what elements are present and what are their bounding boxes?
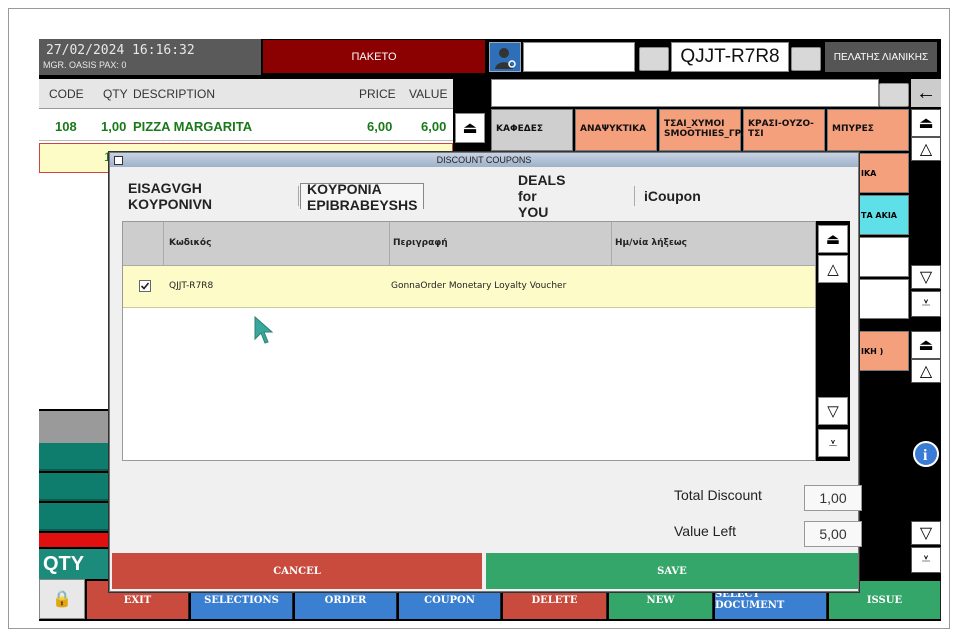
scroll-bottom-icon[interactable]: ⩡ — [911, 547, 941, 573]
tab-loyalty-coupons[interactable]: KOYPONIA EPIBRABEYSHS — [300, 181, 425, 213]
scroll-top-icon[interactable]: ⏏ — [911, 109, 941, 137]
category-teas-juices[interactable]: ΤΣΑΙ_ΧΥΜΟΙ SMOOTHIES_ΓΡΑ — [659, 109, 748, 151]
scroll-top-icon[interactable]: ⏏ — [911, 331, 941, 359]
col-expiry: Ημ/νία λήξεως — [615, 238, 687, 248]
payment-row[interactable] — [39, 503, 119, 531]
datetime-text: 27/02/2024 16:16:32 — [46, 43, 195, 58]
save-button[interactable]: SAVE — [486, 553, 858, 589]
column-divider — [611, 222, 612, 266]
order-type-button[interactable]: ΠΑΚΕΤΟ — [263, 40, 485, 73]
col-code: Κωδικός — [169, 238, 212, 248]
category-label: ΤΣΑΙ_ΧΥΜΟΙ SMOOTHIES_ΓΡΑ — [664, 119, 749, 139]
table-row[interactable]: QJJT-R7R8 GonnaOrder Monetary Loyalty Vo… — [123, 266, 815, 308]
table-row[interactable]: 108 1,00 PIZZA MARGARITA 6,00 6,00 — [39, 111, 453, 141]
scroll-down-icon[interactable]: ▽ — [818, 397, 848, 425]
coupons-table-header: Κωδικός Περιγραφή Ημ/νία λήξεως — [123, 222, 815, 266]
coupons-table: Κωδικός Περιγραφή Ημ/νία λήξεως QJJT-R7R… — [122, 221, 816, 461]
customer-input[interactable] — [523, 42, 635, 72]
lock-icon[interactable]: 🔒 — [39, 579, 85, 619]
category-coffees[interactable]: ΚΑΦΕΔΕΣ — [491, 109, 573, 151]
category-label: ΚΑΦΕΔΕΣ — [496, 124, 543, 135]
category-label: ΚΡΑΣΙ-ΟΥΖΟ-ΤΣΙ — [748, 119, 814, 139]
category-side-1[interactable]: ΙΚΑ — [857, 153, 909, 193]
row-description: PIZZA MARGARITA — [133, 119, 253, 134]
category-label: ΙΚΗ ) — [861, 346, 884, 356]
category-beers[interactable]: ΜΠΥΡΕΣ — [827, 109, 909, 151]
col-description: DESCRIPTION — [133, 87, 216, 101]
customer-search-icon[interactable] — [489, 42, 521, 72]
scroll-up-icon[interactable]: △ — [911, 137, 941, 161]
tab-separator — [298, 186, 299, 206]
category-side-empty[interactable] — [857, 237, 909, 277]
tab-separator — [634, 186, 635, 206]
row-code: 108 — [55, 119, 77, 134]
value-left-label: Value Left — [674, 523, 737, 539]
col-code: CODE — [49, 87, 84, 101]
tab-deals[interactable]: DEALS for YOU — [512, 172, 571, 220]
category-side-3[interactable]: ΙΚΗ ) — [857, 331, 909, 371]
window-frame: 27/02/2024 16:16:32 MGR. OASIS PAX: 0 ΠΑ… — [8, 8, 950, 629]
discount-coupons-dialog: DISCOUNT COUPONS EISAGVGH KOYPONIVN KOYP… — [109, 152, 862, 592]
scroll-down-icon[interactable]: ▽ — [911, 521, 941, 545]
payment-row[interactable] — [39, 473, 119, 501]
total-discount-value: 1,00 — [804, 485, 862, 511]
column-divider — [163, 222, 164, 266]
scroll-bottom-icon[interactable]: ⩡ — [911, 291, 941, 317]
pos-screen: 27/02/2024 16:16:32 MGR. OASIS PAX: 0 ΠΑ… — [39, 39, 941, 621]
col-description: Περιγραφή — [393, 238, 448, 248]
row-price: 6,00 — [367, 119, 393, 134]
date-time-panel: 27/02/2024 16:16:32 MGR. OASIS PAX: 0 — [39, 39, 261, 75]
scroll-bottom-icon[interactable]: ⩡ — [818, 429, 848, 457]
window-menu-icon[interactable] — [114, 156, 123, 165]
total-discount-label: Total Discount — [674, 487, 762, 503]
back-arrow-icon[interactable]: ← — [911, 79, 941, 107]
row-checkbox[interactable] — [139, 280, 151, 295]
category-label: ΤΑ ΑΚΙΑ — [861, 210, 897, 220]
row-qty: 1,00 — [101, 119, 127, 134]
dialog-title: DISCOUNT COUPONS — [110, 153, 858, 167]
category-label: ΑΝΑΨΥΚΤΙΚΑ — [580, 124, 647, 135]
col-value: VALUE — [409, 87, 448, 101]
col-qty: QTY — [103, 87, 128, 101]
scroll-top-icon[interactable]: ⏏ — [455, 113, 485, 143]
payment-row[interactable] — [39, 443, 119, 471]
col-price: PRICE — [359, 87, 396, 101]
manager-pax-text: MGR. OASIS PAX: 0 — [43, 60, 127, 70]
keyboard-icon[interactable] — [791, 47, 821, 71]
dialog-title-text: DISCOUNT COUPONS — [436, 155, 532, 165]
category-label: ΜΠΥΡΕΣ — [832, 124, 874, 135]
coupons-scrollbar: ⏏ △ ▽ ⩡ — [816, 221, 850, 461]
tab-enter-coupons[interactable]: EISAGVGH KOYPONIVN — [122, 180, 218, 212]
value-left-value: 5,00 — [804, 521, 862, 547]
qty-label: QTY — [39, 549, 113, 579]
row-code: QJJT-R7R8 — [169, 281, 214, 291]
category-label: ΙΚΑ — [861, 168, 877, 178]
product-search-input[interactable] — [491, 79, 879, 107]
order-grid-header: CODE QTY DESCRIPTION PRICE VALUE — [39, 79, 453, 109]
column-divider — [389, 222, 390, 266]
category-side-empty[interactable] — [857, 279, 909, 319]
keyboard-icon[interactable] — [879, 83, 909, 107]
cancel-button[interactable]: CANCEL — [112, 553, 482, 589]
category-side-2[interactable]: ΤΑ ΑΚΙΑ — [857, 195, 909, 235]
scroll-up-icon[interactable]: △ — [911, 359, 941, 383]
info-icon[interactable]: i — [911, 439, 941, 469]
scroll-top-icon[interactable]: ⏏ — [818, 225, 848, 253]
tab-icoupon[interactable]: iCoupon — [638, 183, 707, 209]
coupon-code-display: QJJT-R7R8 — [671, 42, 789, 72]
customer-button[interactable]: ΠΕΛΑΤΗΣ ΛΙΑΝΙΚΗΣ — [825, 42, 937, 72]
scroll-up-icon[interactable]: △ — [818, 255, 848, 283]
row-description: GonnaOrder Monetary Loyalty Voucher — [391, 281, 567, 291]
scroll-down-icon[interactable]: ▽ — [911, 265, 941, 289]
alert-row — [39, 533, 119, 547]
category-soft-drinks[interactable]: ΑΝΑΨΥΚΤΙΚΑ — [575, 109, 657, 151]
category-wine-ouzo[interactable]: ΚΡΑΣΙ-ΟΥΖΟ-ΤΣΙ — [743, 109, 825, 151]
keyboard-icon[interactable] — [639, 47, 669, 71]
svg-text:i: i — [923, 447, 928, 464]
mouse-cursor-icon — [253, 315, 275, 350]
row-value: 6,00 — [421, 119, 447, 134]
